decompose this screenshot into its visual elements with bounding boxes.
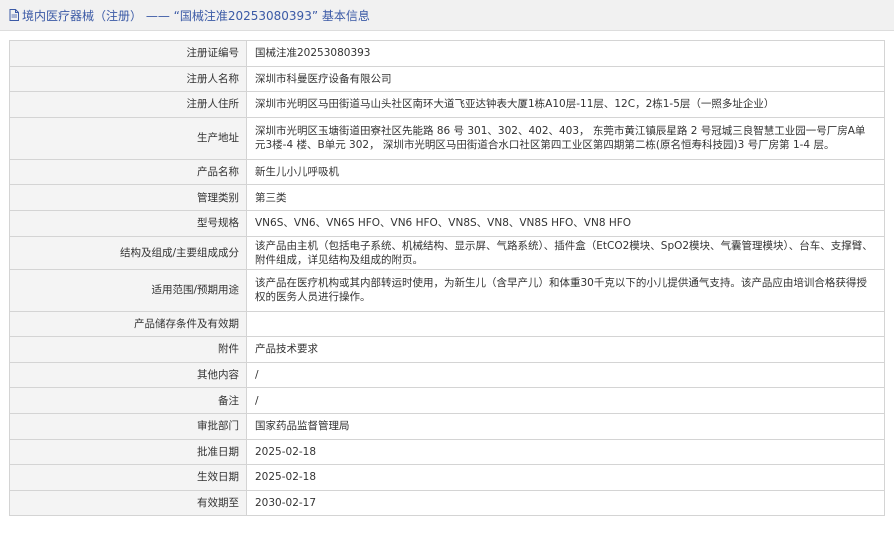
info-table: 注册证编号 国械注准20253080393 注册人名称 深圳市科曼医疗设备有限公… xyxy=(9,40,885,517)
row-value: 深圳市光明区玉塘街道田寮社区先能路 86 号 301、302、402、403， … xyxy=(246,116,885,160)
row-label: 注册人名称 xyxy=(9,65,247,93)
row-label: 产品名称 xyxy=(9,158,247,186)
row-value: 产品技术要求 xyxy=(246,336,885,363)
table-row: 有效期至 2030-02-17 xyxy=(9,489,885,517)
row-value: 第三类 xyxy=(246,184,885,211)
table-row: 备注 / xyxy=(9,387,885,414)
row-label: 生产地址 xyxy=(9,116,247,160)
table-row: 注册证编号 国械注准20253080393 xyxy=(9,40,885,67)
table-row: 注册人名称 深圳市科曼医疗设备有限公司 xyxy=(9,65,885,93)
row-label: 注册证编号 xyxy=(9,40,247,67)
row-value: 国家药品监督管理局 xyxy=(246,412,885,440)
table-row: 型号规格 VN6S、VN6、VN6S HFO、VN6 HFO、VN8S、VN8、… xyxy=(9,209,885,237)
row-label: 管理类别 xyxy=(9,184,247,211)
row-value: 该产品由主机（包括电子系统、机械结构、显示屏、气路系统）、插件盒（EtCO2模块… xyxy=(246,235,885,270)
table-row: 注册人住所 深圳市光明区马田街道马山头社区南环大道飞亚达钟表大厦1栋A10层-1… xyxy=(9,91,885,118)
row-label: 适用范围/预期用途 xyxy=(9,268,247,312)
row-value: 2025-02-18 xyxy=(246,464,885,491)
row-label: 生效日期 xyxy=(9,464,247,491)
page-header: 境内医疗器械（注册） —— “国械注准20253080393” 基本信息 xyxy=(0,0,894,31)
row-label: 型号规格 xyxy=(9,209,247,237)
row-value: / xyxy=(246,361,885,389)
row-value: 2025-02-18 xyxy=(246,438,885,466)
table-row: 其他内容 / xyxy=(9,361,885,389)
row-label: 附件 xyxy=(9,336,247,363)
row-value: 该产品在医疗机构或其内部转运时使用，为新生儿（含早产儿）和体重30千克以下的小儿… xyxy=(246,268,885,312)
table-row: 管理类别 第三类 xyxy=(9,184,885,211)
table-row: 结构及组成/主要组成成分 该产品由主机（包括电子系统、机械结构、显示屏、气路系统… xyxy=(9,235,885,270)
table-row: 批准日期 2025-02-18 xyxy=(9,438,885,466)
table-row: 产品储存条件及有效期 xyxy=(9,310,885,338)
row-label: 审批部门 xyxy=(9,412,247,440)
table-row: 适用范围/预期用途 该产品在医疗机构或其内部转运时使用，为新生儿（含早产儿）和体… xyxy=(9,268,885,312)
row-value: 新生儿小儿呼吸机 xyxy=(246,158,885,186)
page-title: 境内医疗器械（注册） —— “国械注准20253080393” 基本信息 xyxy=(22,8,370,23)
document-icon xyxy=(9,9,19,21)
row-label: 批准日期 xyxy=(9,438,247,466)
row-value xyxy=(246,310,885,338)
row-label: 结构及组成/主要组成成分 xyxy=(9,235,247,270)
row-label: 产品储存条件及有效期 xyxy=(9,310,247,338)
row-value: 国械注准20253080393 xyxy=(246,40,885,67)
row-value: 深圳市科曼医疗设备有限公司 xyxy=(246,65,885,93)
row-value: VN6S、VN6、VN6S HFO、VN6 HFO、VN8S、VN8、VN8S … xyxy=(246,209,885,237)
table-row: 审批部门 国家药品监督管理局 xyxy=(9,412,885,440)
row-label: 备注 xyxy=(9,387,247,414)
table-row: 生效日期 2025-02-18 xyxy=(9,464,885,491)
table-row: 生产地址 深圳市光明区玉塘街道田寮社区先能路 86 号 301、302、402、… xyxy=(9,116,885,160)
row-label: 其他内容 xyxy=(9,361,247,389)
row-value: / xyxy=(246,387,885,414)
table-row: 产品名称 新生儿小儿呼吸机 xyxy=(9,158,885,186)
row-value: 2030-02-17 xyxy=(246,489,885,517)
device-detail-page: 境内医疗器械（注册） —— “国械注准20253080393” 基本信息 注册证… xyxy=(0,0,894,538)
table-row: 附件 产品技术要求 xyxy=(9,336,885,363)
row-label: 注册人住所 xyxy=(9,91,247,118)
row-value: 深圳市光明区马田街道马山头社区南环大道飞亚达钟表大厦1栋A10层-11层、12C… xyxy=(246,91,885,118)
row-label: 有效期至 xyxy=(9,489,247,517)
